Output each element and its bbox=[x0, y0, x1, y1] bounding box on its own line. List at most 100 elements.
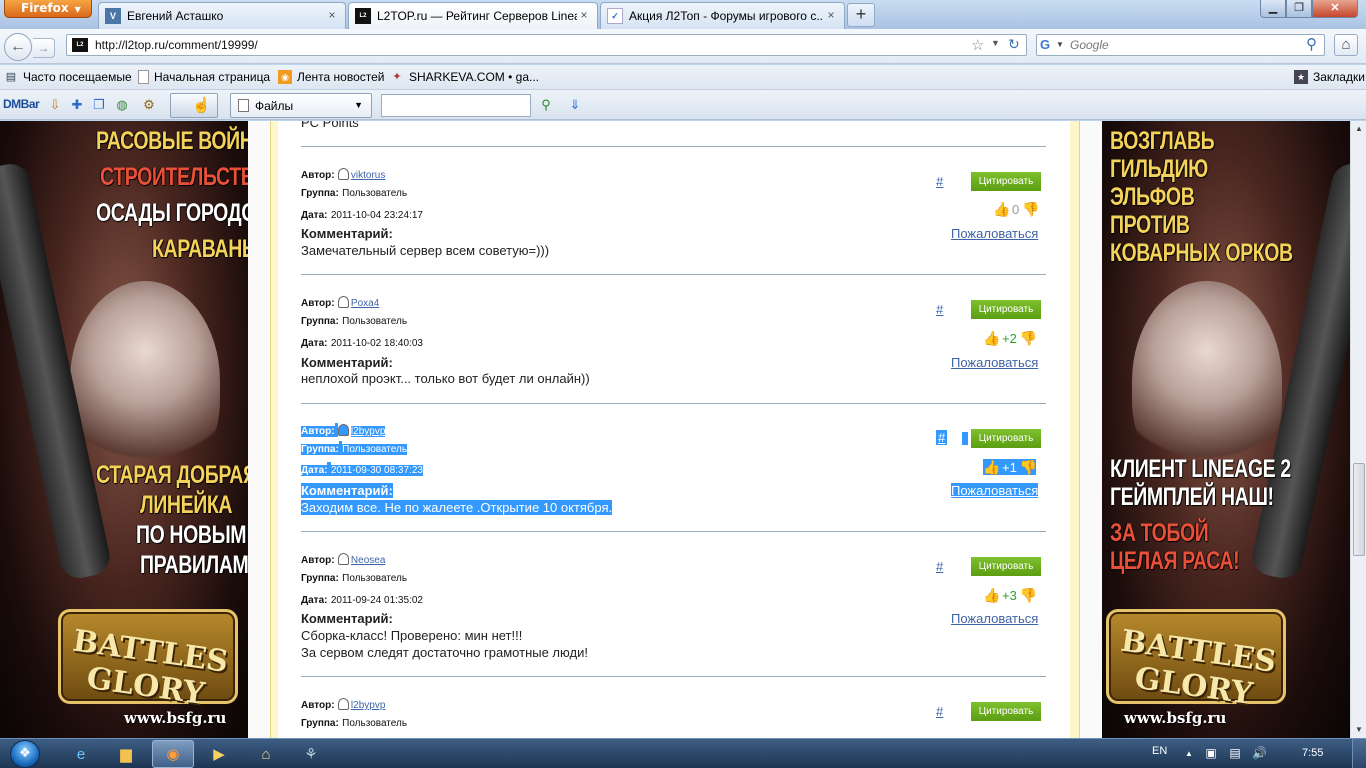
permalink-link[interactable]: # bbox=[936, 704, 943, 719]
ad-banner-right[interactable]: ВОЗГЛАВЬ ГИЛЬДИЮ ЭЛЬФОВ ПРОТИВ КОВАРНЫХ … bbox=[1102, 121, 1350, 738]
site-favicon-icon: L2 bbox=[72, 38, 88, 52]
thumb-down-icon[interactable]: 👎 bbox=[1022, 201, 1039, 217]
comment-date: Дата: 2011-10-04 23:24:17 bbox=[301, 210, 423, 221]
maximize-button[interactable]: ❐ bbox=[1286, 0, 1312, 18]
firefox-taskbar-icon[interactable]: ◉ bbox=[152, 740, 194, 768]
author-link[interactable]: l2bypvp bbox=[350, 426, 386, 437]
volume-icon[interactable]: 🔊 bbox=[1252, 746, 1267, 760]
show-desktop-button[interactable] bbox=[1352, 739, 1366, 768]
tab-forum[interactable]: ✓ Акция Л2Топ - Форумы игрового с... × bbox=[600, 2, 845, 29]
permalink-link[interactable]: # bbox=[936, 559, 943, 574]
quote-button[interactable]: Цитировать bbox=[971, 172, 1041, 191]
permalink-link[interactable]: # bbox=[936, 302, 943, 317]
bookmark-start-page[interactable]: Начальная страница bbox=[138, 70, 270, 84]
ie-icon[interactable]: e bbox=[60, 740, 102, 768]
tray-expand-icon[interactable]: ▲ bbox=[1182, 749, 1196, 758]
banner-logo: BATTLES GLORY bbox=[1106, 609, 1286, 712]
thumb-up-icon[interactable]: 👍 bbox=[983, 330, 1000, 346]
tab-l2top[interactable]: L2 L2TOP.ru — Рейтинг Серверов Linea... … bbox=[348, 2, 598, 29]
thumb-up-icon[interactable]: 👍 bbox=[983, 459, 1000, 475]
add-icon[interactable]: ✚ bbox=[68, 96, 86, 114]
app-icon[interactable]: ⌂ bbox=[245, 740, 287, 768]
chevron-down-icon[interactable]: ▼ bbox=[1056, 40, 1064, 49]
file-icon bbox=[238, 99, 249, 112]
vertical-scrollbar[interactable]: ▲ ▼ bbox=[1350, 121, 1366, 738]
author-link[interactable]: Neosea bbox=[351, 555, 385, 566]
bookmark-most-visited[interactable]: ▤ Часто посещаемые bbox=[4, 70, 132, 84]
complain-link[interactable]: Пожаловаться bbox=[951, 226, 1038, 241]
language-indicator[interactable]: EN bbox=[1152, 745, 1167, 757]
app-icon-2[interactable]: ⚘ bbox=[290, 740, 332, 768]
permalink-link[interactable]: # bbox=[936, 430, 948, 445]
scrollbar-thumb[interactable] bbox=[1353, 463, 1365, 556]
hand-tool-button[interactable]: ☝ bbox=[170, 93, 218, 118]
vote-widget: 👍 +1 👎 bbox=[983, 459, 1038, 475]
author-link[interactable]: viktorus bbox=[351, 170, 385, 181]
close-icon[interactable]: × bbox=[325, 9, 339, 23]
media-player-icon[interactable]: ▶ bbox=[198, 740, 240, 768]
dmbar-search-input[interactable] bbox=[381, 94, 531, 117]
start-button[interactable]: ❖ bbox=[6, 739, 46, 768]
quote-button[interactable]: Цитировать bbox=[971, 300, 1041, 319]
thumb-up-icon[interactable]: 👍 bbox=[993, 201, 1010, 217]
bookmarks-star-icon: ★ bbox=[1294, 70, 1308, 84]
page-content: РАСОВЫЕ ВОЙНЫ СТРОИТЕЛЬСТВО ОСАДЫ ГОРОДО… bbox=[0, 121, 1350, 738]
windows-icon[interactable]: ❐ bbox=[90, 96, 108, 114]
download-icon[interactable]: ⇩ bbox=[46, 96, 64, 114]
quote-button[interactable]: Цитировать bbox=[971, 557, 1041, 576]
back-button[interactable]: ← bbox=[4, 33, 32, 61]
home-button[interactable]: ⌂ bbox=[1334, 34, 1358, 56]
complain-link[interactable]: Пожаловаться bbox=[951, 611, 1038, 626]
search-icon[interactable]: ⚲ bbox=[537, 96, 555, 114]
tray-device-icon[interactable]: ▣ bbox=[1204, 746, 1218, 760]
settings-icon[interactable]: ⚙ bbox=[140, 96, 158, 114]
network-icon[interactable]: ▤ bbox=[1228, 746, 1242, 760]
google-icon[interactable]: G bbox=[1040, 37, 1050, 52]
reload-icon[interactable]: ↻ bbox=[1008, 36, 1020, 53]
banner-character bbox=[70, 281, 220, 481]
new-tab-button[interactable]: + bbox=[847, 3, 875, 27]
search-bar[interactable]: G ▼ Google ⚲ bbox=[1036, 34, 1325, 56]
close-icon[interactable]: × bbox=[577, 9, 591, 23]
download-arrow-icon[interactable]: ⇓ bbox=[566, 96, 584, 114]
ad-banner-left[interactable]: РАСОВЫЕ ВОЙНЫ СТРОИТЕЛЬСТВО ОСАДЫ ГОРОДО… bbox=[0, 121, 248, 738]
quote-button[interactable]: Цитировать bbox=[971, 429, 1041, 448]
tab-vk[interactable]: V Евгений Асташко × bbox=[98, 2, 346, 29]
thumb-down-icon[interactable]: 👎 bbox=[1020, 459, 1037, 475]
chevron-down-icon: ▼ bbox=[74, 5, 81, 14]
quote-button[interactable]: Цитировать bbox=[971, 702, 1041, 721]
search-icon[interactable]: ⚲ bbox=[1306, 35, 1317, 53]
chevron-down-icon[interactable]: ▼ bbox=[991, 38, 1000, 48]
url-input[interactable]: http://l2top.ru/comment/19999/ bbox=[95, 38, 258, 52]
dmbar-logo[interactable]: DMBar bbox=[3, 97, 40, 111]
thumb-up-icon[interactable]: 👍 bbox=[983, 587, 1000, 603]
forward-button[interactable]: → bbox=[33, 38, 55, 58]
close-window-button[interactable]: ✕ bbox=[1312, 0, 1358, 18]
thumb-down-icon[interactable]: 👎 bbox=[1020, 330, 1037, 346]
complain-link[interactable]: Пожаловаться bbox=[951, 483, 1039, 498]
thumb-down-icon[interactable]: 👎 bbox=[1020, 587, 1037, 603]
comment-text: Сборка-класс! Проверено: мин нет!!! bbox=[301, 628, 523, 643]
author-link[interactable]: Poxa4 bbox=[351, 298, 379, 309]
bookmarks-folder-icon: ▤ bbox=[5, 71, 17, 83]
previous-comment-fragment: PC Points bbox=[301, 121, 359, 130]
bookmarks-menu[interactable]: ★ Закладки bbox=[1294, 70, 1365, 84]
clock[interactable]: 7:55 bbox=[1302, 747, 1323, 759]
comment-date: Дата: 2011-09-30 08:37:23 bbox=[301, 462, 423, 476]
minimize-button[interactable]: ▁ bbox=[1260, 0, 1286, 18]
complain-link[interactable]: Пожаловаться bbox=[951, 355, 1038, 370]
bookmark-sharkeva[interactable]: ✦ SHARKEVA.COM • ga... bbox=[390, 70, 539, 84]
globe-icon[interactable]: ◍ bbox=[113, 96, 131, 114]
bookmark-news-feed[interactable]: ◉ Лента новостей bbox=[278, 70, 385, 84]
author-link[interactable]: l2bypvp bbox=[351, 700, 385, 711]
files-dropdown[interactable]: Файлы ▼ bbox=[230, 93, 372, 118]
permalink-link[interactable]: # bbox=[936, 174, 943, 189]
close-icon[interactable]: × bbox=[824, 9, 838, 23]
scroll-up-icon[interactable]: ▲ bbox=[1351, 121, 1366, 137]
url-bar[interactable]: L2 http://l2top.ru/comment/19999/ ☆ ▼ ↻ bbox=[66, 34, 1027, 56]
firefox-menu-button[interactable]: Firefox ▼ bbox=[4, 0, 92, 18]
explorer-folder-icon[interactable]: ▆ bbox=[105, 740, 147, 768]
bookmark-star-icon[interactable]: ☆ bbox=[971, 36, 984, 54]
scroll-down-icon[interactable]: ▼ bbox=[1351, 722, 1366, 738]
search-input[interactable]: Google bbox=[1070, 38, 1109, 52]
